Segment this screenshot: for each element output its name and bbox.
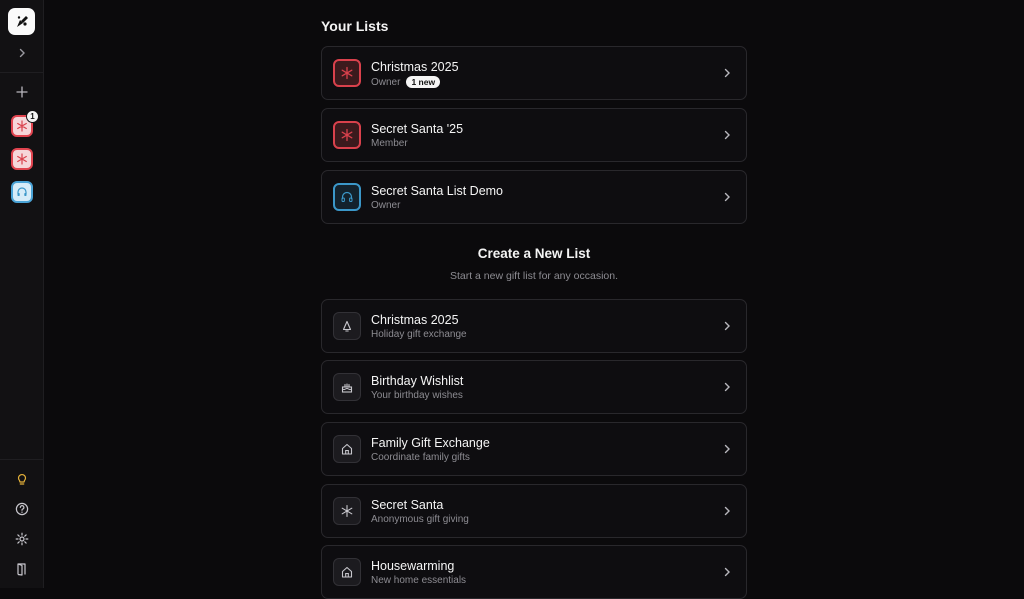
template-subtitle: Anonymous gift giving (371, 514, 469, 525)
sidebar-divider (0, 459, 44, 460)
list-icon (333, 59, 361, 87)
bell-icon (342, 320, 352, 332)
create-list-heading: Create a New List (477, 246, 591, 261)
template-icon (333, 435, 361, 463)
snowflake-icon (17, 153, 27, 165)
home-icon (341, 443, 353, 455)
sidebar: 1 (0, 0, 44, 588)
tips-button[interactable] (10, 467, 34, 491)
home-icon (341, 566, 353, 578)
list-icon (333, 121, 361, 149)
help-button[interactable] (10, 497, 34, 521)
headphones-icon (341, 191, 353, 202)
door-icon (17, 563, 26, 576)
chevron-right-icon (724, 130, 730, 140)
snowflake-icon (341, 66, 353, 80)
template-card-housewarming[interactable]: Housewarming New home essentials (321, 545, 747, 599)
chevron-right-icon (724, 506, 730, 516)
template-icon (333, 497, 361, 525)
template-icon (333, 312, 361, 340)
new-badge: 1 new (406, 76, 441, 88)
logo-icon (16, 15, 28, 27)
template-icon (333, 373, 361, 401)
list-meta: Owner 1 new (371, 76, 441, 88)
template-description: Holiday gift exchange (371, 329, 467, 340)
create-list-subtitle: Start a new gift list for any occasion. (449, 270, 619, 282)
list-card-christmas-2025[interactable]: Christmas 2025 Owner 1 new (321, 46, 747, 100)
snowflake-icon (17, 120, 27, 132)
chevron-right-icon (724, 382, 730, 392)
template-description: Coordinate family gifts (371, 452, 470, 463)
notification-badge: 1 (26, 110, 39, 123)
list-title: Secret Santa '25 (371, 122, 464, 136)
sidebar-divider (0, 72, 44, 73)
chevron-right-icon (724, 321, 730, 331)
template-subtitle: Coordinate family gifts (371, 452, 470, 463)
settings-button[interactable] (10, 527, 34, 551)
help-icon (15, 502, 29, 516)
template-title: Family Gift Exchange (371, 436, 490, 450)
template-card-family-gift-exchange[interactable]: Family Gift Exchange Coordinate family g… (321, 422, 747, 476)
list-title: Christmas 2025 (371, 60, 459, 74)
template-subtitle: New home essentials (371, 575, 466, 586)
template-subtitle: Your birthday wishes (371, 390, 463, 401)
template-subtitle: Holiday gift exchange (371, 329, 467, 340)
app-logo[interactable] (8, 8, 35, 35)
expand-sidebar-button[interactable] (10, 41, 34, 65)
template-card-birthday-wishlist[interactable]: Birthday Wishlist Your birthday wishes (321, 360, 747, 414)
chevron-right-icon (724, 444, 730, 454)
list-icon (333, 183, 361, 211)
chevron-right-icon (724, 68, 730, 78)
list-role: Owner (371, 76, 401, 88)
template-description: Anonymous gift giving (371, 514, 469, 525)
template-title: Secret Santa (371, 498, 444, 512)
new-list-button[interactable] (10, 80, 34, 104)
cake-icon (341, 383, 353, 393)
list-role: Member (371, 138, 408, 149)
list-meta: Member (371, 138, 408, 149)
template-card-christmas-2025[interactable]: Christmas 2025 Holiday gift exchange (321, 299, 747, 353)
template-title: Housewarming (371, 559, 455, 573)
chevron-right-icon (724, 192, 730, 202)
chevron-right-icon (724, 567, 730, 577)
chevron-right-icon (19, 48, 25, 58)
plus-icon (16, 86, 28, 98)
template-card-secret-santa[interactable]: Secret Santa Anonymous gift giving (321, 484, 747, 538)
template-icon (333, 558, 361, 586)
list-title: Secret Santa List Demo (371, 184, 504, 198)
logout-button[interactable] (10, 557, 34, 581)
sidebar-list-secret-santa-25[interactable] (11, 148, 33, 170)
template-title: Christmas 2025 (371, 313, 459, 327)
list-role: Owner (371, 200, 401, 211)
lightbulb-icon (17, 474, 27, 485)
list-card-secret-santa-25[interactable]: Secret Santa '25 Member (321, 108, 747, 162)
list-card-secret-santa-list-demo[interactable]: Secret Santa List Demo Owner (321, 170, 747, 224)
gear-icon (15, 532, 29, 546)
list-meta: Owner (371, 200, 400, 211)
sidebar-list-secret-santa-demo[interactable] (11, 181, 33, 203)
snowflake-icon (341, 504, 353, 518)
template-title: Birthday Wishlist (371, 374, 464, 388)
your-lists-heading: Your Lists (321, 18, 389, 34)
headphones-icon (17, 187, 27, 196)
template-description: Your birthday wishes (371, 390, 463, 401)
template-description: New home essentials (371, 575, 467, 586)
snowflake-icon (341, 128, 353, 142)
